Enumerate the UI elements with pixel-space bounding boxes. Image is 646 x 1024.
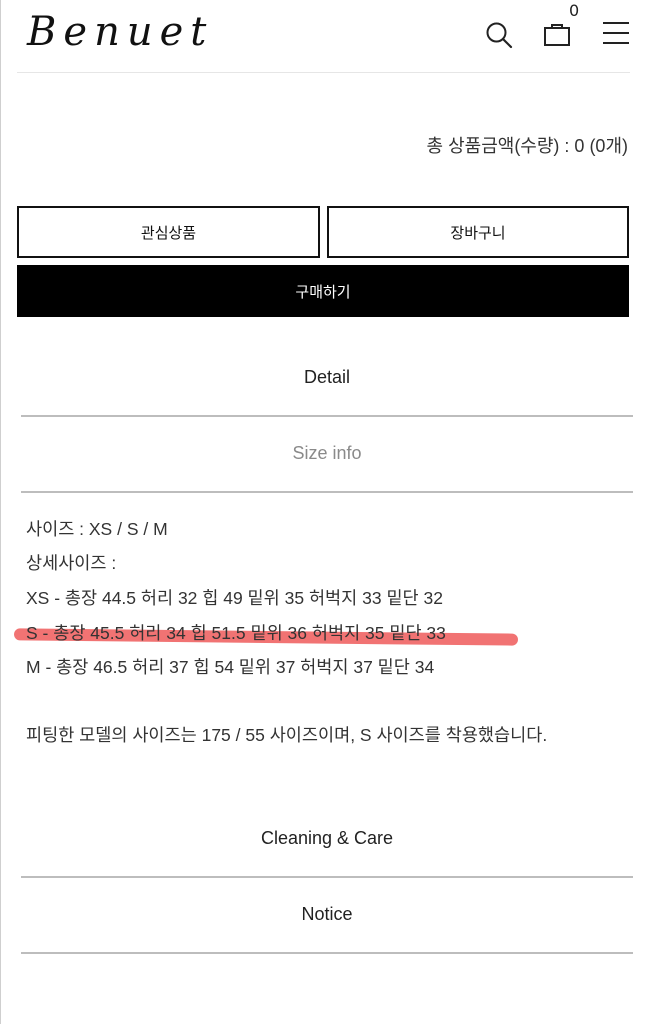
site-header: Benuet 0 [17,0,630,73]
tab-size-info[interactable]: Size info [21,416,633,493]
add-to-cart-button[interactable]: 장바구니 [327,206,629,258]
tab-cleaning-care[interactable]: Cleaning & Care [21,801,633,878]
size-options-text: 사이즈 : XS / S / M [26,519,168,539]
search-icon[interactable] [484,20,514,50]
buy-now-button[interactable]: 구매하기 [17,265,629,317]
brand-logo[interactable]: Benuet [27,9,213,55]
size-row-m: M - 총장 46.5 허리 37 힙 54 밑위 37 허벅지 37 밑단 3… [26,657,435,677]
model-fit-note: 피팅한 모델의 사이즈는 175 / 55 사이즈이며, S 사이즈를 착용했습… [26,725,548,745]
detail-size-label: 상세사이즈 : [26,553,117,573]
menu-icon[interactable] [601,18,631,48]
shopping-bag-icon[interactable] [542,20,572,50]
size-row-xs: XS - 총장 44.5 허리 32 힙 49 밑위 35 허벅지 33 밑단 … [26,588,443,608]
cart-count-badge: 0 [569,1,580,20]
left-border [0,0,1,1024]
tab-detail[interactable]: Detail [21,340,633,417]
tab-notice[interactable]: Notice [21,877,633,954]
total-price-quantity: 총 상품금액(수량) : 0 (0개) [426,136,628,156]
wishlist-button[interactable]: 관심상품 [17,206,320,258]
size-row-s: S - 총장 45.5 허리 34 힙 51.5 밑위 36 허벅지 35 밑단… [26,623,446,643]
